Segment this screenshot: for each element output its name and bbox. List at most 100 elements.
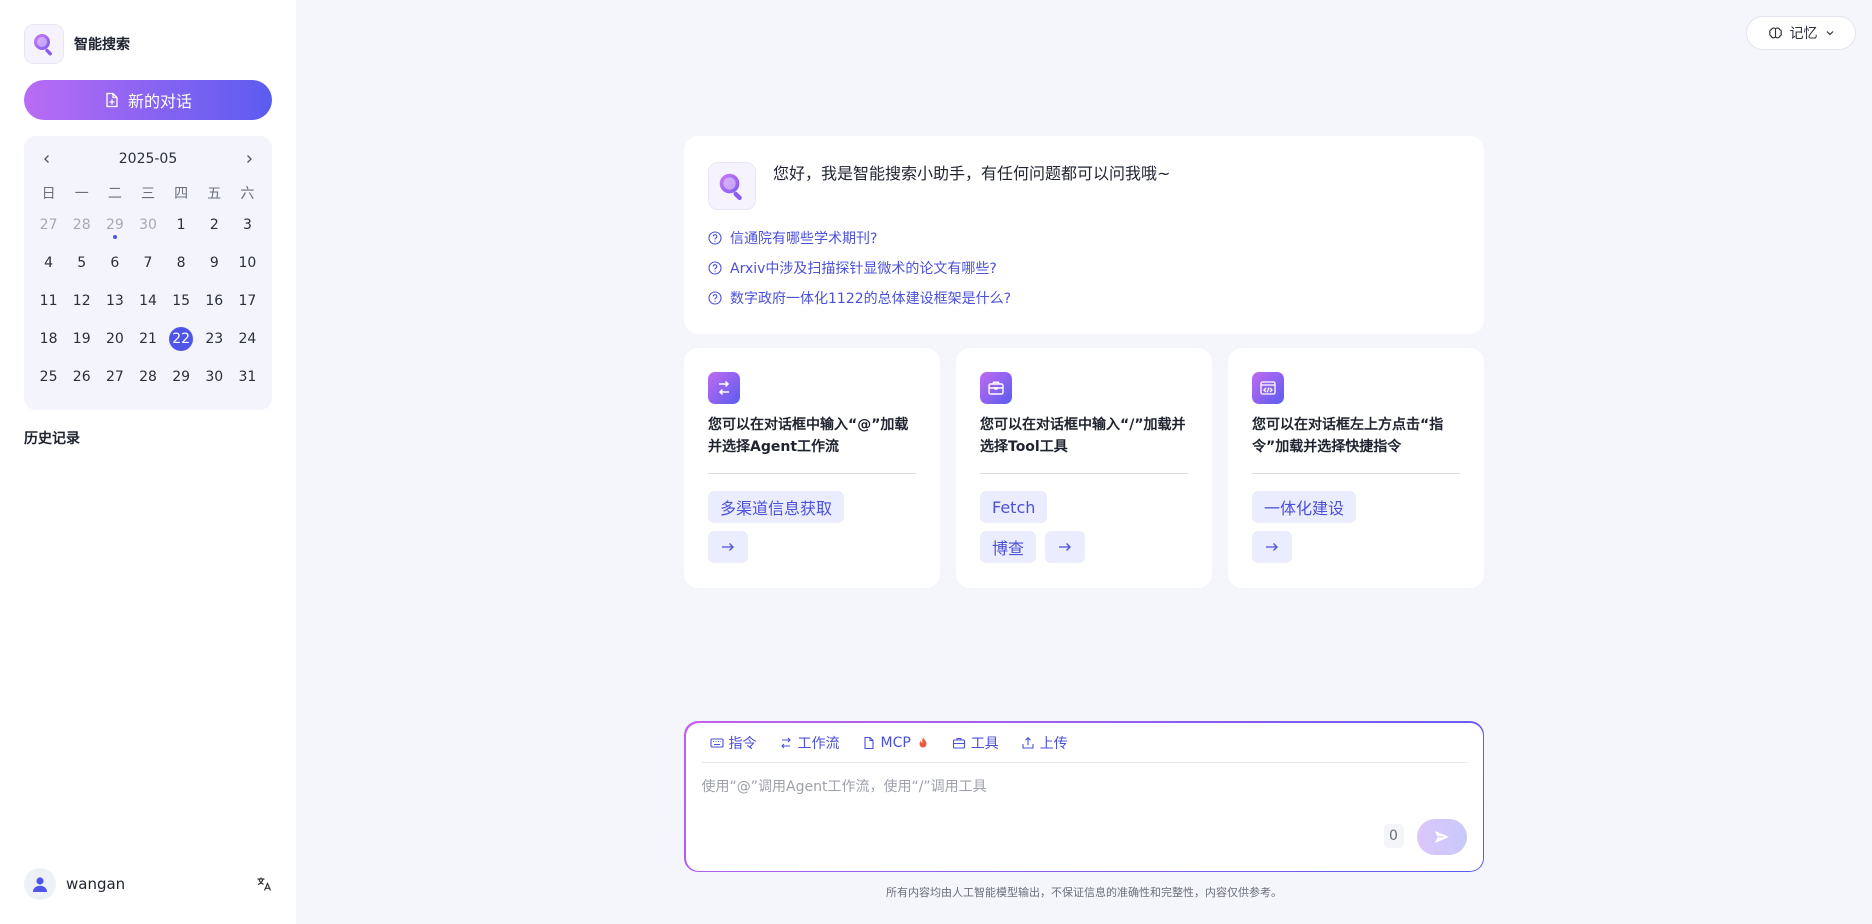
- upload-button[interactable]: 上传: [1021, 733, 1068, 753]
- chip-bocha[interactable]: 博查: [980, 531, 1037, 563]
- calendar-day-number: 30: [139, 217, 157, 233]
- arrow-right-button[interactable]: [708, 531, 748, 563]
- new-chat-button[interactable]: 新的对话: [24, 80, 272, 120]
- upload-label: 上传: [1039, 735, 1068, 752]
- calendar-day[interactable]: 5: [65, 244, 98, 282]
- calendar-day-number: 28: [139, 369, 157, 385]
- calendar-day[interactable]: 7: [131, 244, 164, 282]
- calendar-day[interactable]: 29: [98, 206, 131, 244]
- calendar-day-number: 2: [209, 217, 219, 233]
- calendar-day[interactable]: 24: [231, 320, 264, 358]
- calendar-day[interactable]: 16: [198, 282, 231, 320]
- calendar-day[interactable]: 4: [32, 244, 65, 282]
- calendar-day[interactable]: 1: [165, 206, 198, 244]
- calendar-day[interactable]: 29: [165, 358, 198, 396]
- mcp-icon: [863, 736, 874, 749]
- calendar-day[interactable]: 30: [131, 206, 164, 244]
- suggestion-2[interactable]: Arxiv中涉及扫描探针显微术的论文有哪些?: [708, 258, 997, 278]
- calendar-day[interactable]: 12: [65, 282, 98, 320]
- calendar-day-number: 8: [176, 255, 186, 271]
- tool-button[interactable]: 工具: [952, 733, 999, 753]
- calendar-weekday: 三: [140, 186, 155, 202]
- calendar-day[interactable]: 31: [231, 358, 264, 396]
- toolbar-divider: [701, 761, 1468, 763]
- calendar-day[interactable]: 27: [98, 358, 131, 396]
- calendar-day[interactable]: 2: [198, 206, 231, 244]
- suggestion-3[interactable]: 数字政府一体化1122的总体建设框架是什么?: [708, 288, 1011, 308]
- calendar-day[interactable]: 30: [198, 358, 231, 396]
- calendar-day[interactable]: 18: [32, 320, 65, 358]
- calendar-day-number: 19: [72, 331, 91, 347]
- calendar-day[interactable]: 17: [231, 282, 264, 320]
- translate-icon[interactable]: [256, 876, 272, 892]
- calendar-day-number: 31: [238, 369, 257, 385]
- prev-month-icon[interactable]: [38, 150, 56, 168]
- calendar-day[interactable]: 25: [32, 358, 65, 396]
- calendar-day[interactable]: 14: [131, 282, 164, 320]
- calendar-day[interactable]: 27: [32, 206, 65, 244]
- feature-card-tool: 您可以在对话框中输入“/”加载并选择Tool工具 Fetch 博查: [956, 348, 1212, 588]
- chat-composer: 指令 工作流 MCP 工具 上传 0: [684, 721, 1484, 872]
- chip-multichannel[interactable]: 多渠道信息获取: [708, 491, 845, 523]
- arrow-right-button[interactable]: [1045, 531, 1085, 563]
- calendar-day-number: 27: [39, 217, 58, 233]
- calendar-day[interactable]: 26: [65, 358, 98, 396]
- calendar-day[interactable]: 13: [98, 282, 131, 320]
- suggestion-1[interactable]: 信通院有哪些学术期刊?: [708, 228, 877, 248]
- feature-card-workflow: 您可以在对话框中输入“@”加载并选择Agent工作流 多渠道信息获取: [684, 348, 940, 588]
- disclaimer: 所有内容均由人工智能模型输出，不保证信息的准确性和完整性，内容仅供参考。: [886, 886, 1282, 899]
- calendar-weekday: 二: [107, 186, 122, 202]
- new-document-icon: [106, 92, 118, 108]
- calendar-day[interactable]: 15: [165, 282, 198, 320]
- fire-icon: [919, 736, 927, 747]
- calendar-day[interactable]: 9: [198, 244, 231, 282]
- calendar-day[interactable]: 19: [65, 320, 98, 358]
- calendar-day[interactable]: 23: [198, 320, 231, 358]
- feature-text: 您可以在对话框中输入“@”加载并选择Agent工作流: [708, 417, 909, 455]
- command-button[interactable]: 指令: [709, 733, 757, 753]
- calendar-day-number: 7: [143, 255, 153, 271]
- calendar-day-number: 12: [72, 293, 91, 309]
- arrow-right-icon: [1266, 543, 1278, 551]
- calendar-weekday: 一: [74, 186, 89, 202]
- calendar-day-number: 6: [110, 255, 120, 271]
- calendar-day[interactable]: 11: [32, 282, 65, 320]
- send-button[interactable]: [1416, 818, 1467, 855]
- calendar-day[interactable]: 3: [231, 206, 264, 244]
- question-circle-icon: [708, 261, 722, 275]
- chip-fetch[interactable]: Fetch: [980, 491, 1048, 523]
- arrow-right-button[interactable]: [1252, 531, 1292, 563]
- memory-label: 记忆: [1789, 26, 1818, 42]
- calendar-day-number: 25: [39, 369, 58, 385]
- calendar-day[interactable]: 28: [65, 206, 98, 244]
- calendar-day-selected[interactable]: 22: [165, 320, 198, 358]
- calendar-day[interactable]: 6: [98, 244, 131, 282]
- feature-text: 您可以在对话框中输入“/”加载并选择Tool工具: [980, 417, 1186, 455]
- calendar-day[interactable]: 10: [231, 244, 264, 282]
- calendar-day[interactable]: 21: [131, 320, 164, 358]
- calendar-day-number: 26: [72, 369, 91, 385]
- next-month-icon[interactable]: [240, 150, 258, 168]
- calendar-day-number: 22: [169, 327, 194, 351]
- chevron-down-icon: [1826, 31, 1833, 36]
- workflow-button[interactable]: 工作流: [779, 733, 840, 753]
- assistant-logo-icon: [708, 162, 756, 210]
- user-profile[interactable]: wangan: [24, 868, 125, 900]
- feature-text: 您可以在对话框左上方点击“指令”加载并选择快捷指令: [1252, 417, 1444, 455]
- memory-dropdown[interactable]: 记忆: [1746, 16, 1856, 50]
- calendar-day[interactable]: 28: [131, 358, 164, 396]
- calendar-day-number: 17: [238, 293, 257, 309]
- calendar-day-number: 16: [205, 293, 224, 309]
- app-name: 智能搜索: [74, 37, 130, 53]
- mcp-button[interactable]: MCP: [862, 735, 930, 751]
- message-input[interactable]: [701, 778, 1442, 795]
- calendar-day[interactable]: 20: [98, 320, 131, 358]
- calendar-day-number: 27: [105, 369, 124, 385]
- new-chat-label: 新的对话: [127, 92, 192, 111]
- history-title: 历史记录: [24, 431, 80, 447]
- char-counter: 0: [1383, 823, 1404, 848]
- calendar-day-number: 4: [44, 255, 54, 271]
- chip-integration[interactable]: 一体化建设: [1252, 491, 1357, 523]
- calendar-day-number: 3: [242, 217, 252, 233]
- calendar-day[interactable]: 8: [165, 244, 198, 282]
